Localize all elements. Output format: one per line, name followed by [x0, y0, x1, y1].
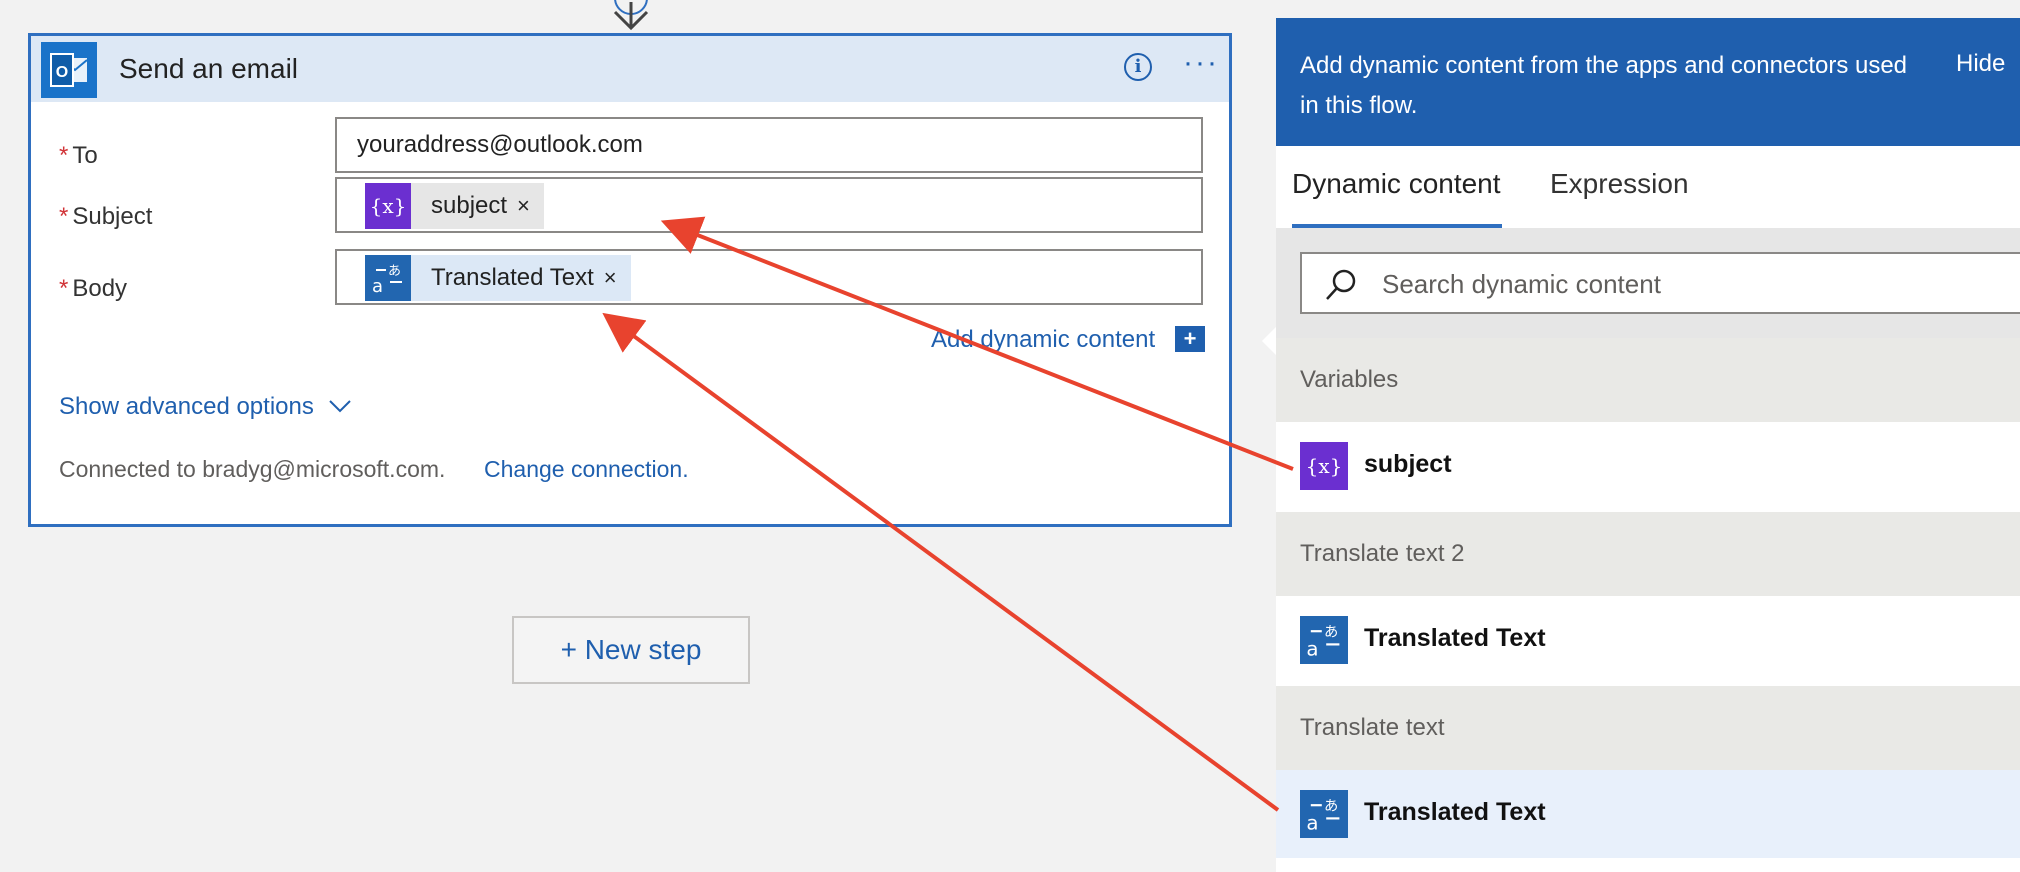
- svg-text:{x}: {x}: [1306, 454, 1343, 478]
- to-label: * To: [59, 142, 98, 169]
- group-header-variables: Variables: [1276, 338, 2020, 422]
- svg-text:あ: あ: [388, 264, 401, 279]
- required-marker: *: [59, 142, 69, 169]
- chevron-down-icon: [328, 400, 351, 413]
- list-item-translated-text-2[interactable]: a あ Translated Text: [1276, 596, 2020, 684]
- to-field[interactable]: youraddress@outlook.com: [335, 117, 1203, 173]
- svg-text:あ: あ: [1324, 798, 1338, 815]
- svg-text:a: a: [1306, 637, 1318, 660]
- list-item-subject[interactable]: {x} subject: [1276, 422, 2020, 510]
- subject-token[interactable]: {x} subject ×: [365, 183, 544, 229]
- outlook-icon: O: [41, 42, 97, 98]
- tab-expression[interactable]: Expression: [1550, 168, 1689, 228]
- required-marker: *: [59, 203, 69, 230]
- list-item-label: Translated Text: [1364, 798, 1546, 826]
- svg-text:O: O: [56, 64, 68, 81]
- body-label: * Body: [59, 275, 128, 302]
- show-advanced-options-link[interactable]: Show advanced options: [59, 393, 353, 421]
- dynamic-content-panel: Add dynamic content from the apps and co…: [1276, 18, 2020, 872]
- change-connection-link[interactable]: Change connection.: [484, 456, 689, 483]
- search-icon: [1326, 269, 1356, 300]
- more-options-icon[interactable]: ···: [1183, 46, 1219, 80]
- body-field[interactable]: a あ Translated Text ×: [335, 249, 1203, 305]
- add-dynamic-content-icon[interactable]: +: [1175, 326, 1205, 352]
- search-area: [1276, 228, 2020, 338]
- panel-header: Add dynamic content from the apps and co…: [1276, 18, 2020, 146]
- to-field-value: youraddress@outlook.com: [357, 131, 643, 158]
- card-header[interactable]: O Send an email i ···: [31, 36, 1229, 102]
- translator-icon: a あ: [1300, 616, 1348, 664]
- token-label: Translated Text: [411, 255, 604, 301]
- variable-icon: {x}: [1300, 442, 1348, 490]
- svg-text:a: a: [1306, 811, 1318, 834]
- remove-token-icon[interactable]: ×: [603, 255, 631, 301]
- svg-text:a: a: [372, 276, 383, 297]
- subject-field[interactable]: {x} subject ×: [335, 177, 1203, 233]
- flow-connector-arrow-icon: [613, 0, 649, 31]
- new-step-button[interactable]: + New step: [512, 616, 750, 684]
- translator-icon: a あ: [365, 255, 411, 301]
- translator-icon: a あ: [1300, 790, 1348, 838]
- search-input[interactable]: [1380, 266, 1984, 302]
- hide-panel-button[interactable]: Hide: [1956, 50, 2005, 78]
- required-marker: *: [59, 275, 69, 302]
- list-item-translated-text[interactable]: a あ Translated Text: [1276, 770, 2020, 858]
- info-icon[interactable]: i: [1124, 53, 1152, 81]
- subject-label: * Subject: [59, 203, 153, 230]
- list-item-label: subject: [1364, 450, 1452, 478]
- body-token[interactable]: a あ Translated Text ×: [365, 255, 631, 301]
- svg-text:{x}: {x}: [370, 194, 407, 218]
- group-header-translate-text: Translate text: [1276, 686, 2020, 770]
- remove-token-icon[interactable]: ×: [517, 183, 544, 229]
- connection-status-text: Connected to bradyg@microsoft.com.: [59, 456, 446, 482]
- panel-description: Add dynamic content from the apps and co…: [1300, 52, 1908, 119]
- card-title: Send an email: [119, 53, 299, 84]
- search-box[interactable]: [1300, 252, 2020, 314]
- list-item-label: Translated Text: [1364, 624, 1546, 652]
- send-email-action-card: O Send an email i ··· * To youraddress@ou…: [28, 33, 1232, 527]
- group-header-translate-text-2: Translate text 2: [1276, 512, 2020, 596]
- add-dynamic-content-link[interactable]: Add dynamic content: [931, 326, 1155, 354]
- tab-dynamic-content[interactable]: Dynamic content: [1292, 168, 1502, 228]
- variable-icon: {x}: [365, 183, 411, 229]
- token-label: subject: [411, 183, 518, 229]
- svg-text:あ: あ: [1324, 624, 1338, 641]
